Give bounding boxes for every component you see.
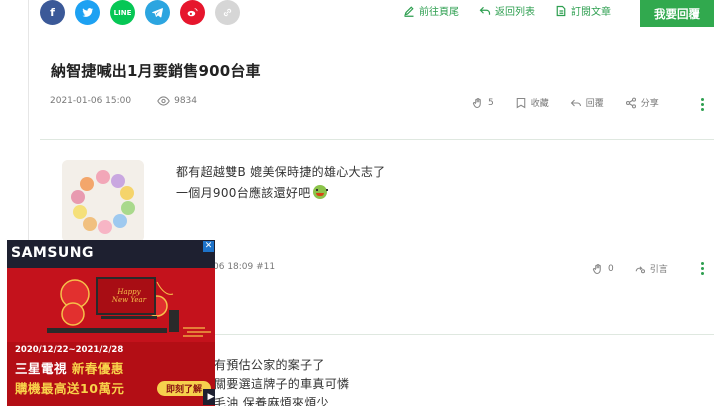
avatar[interactable] xyxy=(62,160,144,242)
go-to-bottom-label: 前往頁尾 xyxy=(419,7,459,18)
share-button[interactable]: 分享 xyxy=(625,96,659,109)
samsung-ad[interactable]: SAMSUNG ✕ Happy New Year 2020/12/22~2021… xyxy=(7,240,215,406)
comment-line-1: 都有超越雙B 媲美保時捷的雄心大志了 xyxy=(176,165,386,179)
view-count-value: 9834 xyxy=(174,96,198,106)
bookmark-icon xyxy=(516,97,526,108)
comment-like-button[interactable]: 0 xyxy=(592,263,614,275)
macaron-wreath-image xyxy=(62,160,144,242)
eye-icon xyxy=(157,96,170,106)
like-button[interactable]: 5 xyxy=(472,97,494,109)
back-to-list-label: 返回列表 xyxy=(495,7,535,18)
post-reply-button[interactable]: 回覆 xyxy=(570,96,604,109)
back-to-list-link[interactable]: 返回列表 xyxy=(479,3,535,18)
clap-icon xyxy=(592,263,601,274)
divider xyxy=(40,139,714,140)
weibo-icon[interactable] xyxy=(180,0,205,25)
post-date: 2021-01-06 15:00 xyxy=(50,96,132,106)
ad-play-icon[interactable]: ▶ xyxy=(203,389,215,405)
thread-toolbar: 前往頁尾 返回列表 訂閱文章 xyxy=(403,3,611,18)
bookmark-label: 收藏 xyxy=(530,99,549,109)
ad-headline: 三星電視 新春優惠 xyxy=(15,358,124,377)
clap-icon xyxy=(472,97,481,108)
comment-body: 都有超越雙B 媲美保時捷的雄心大志了 一個月900台應該還好吧 xyxy=(176,162,385,204)
edit-document-icon xyxy=(556,5,566,16)
reply-icon xyxy=(570,99,581,106)
telegram-icon[interactable] xyxy=(145,0,170,25)
ad-banner-caption: Happy New Year xyxy=(111,288,147,304)
page-title: 納智捷喊出1月要銷售900台車 xyxy=(51,62,261,80)
bookmark-button[interactable]: 收藏 xyxy=(515,96,549,109)
subscribe-label: 訂閱文章 xyxy=(571,7,611,18)
pencil-icon xyxy=(404,5,414,17)
comment-like-count: 0 xyxy=(608,263,614,274)
subscribe-link[interactable]: 訂閱文章 xyxy=(555,3,611,18)
ad-close-icon[interactable]: ✕ xyxy=(203,241,214,252)
more-options-icon[interactable] xyxy=(701,98,704,111)
like-count: 5 xyxy=(488,97,494,108)
ad-promo-text: 購機最高送10萬元 xyxy=(15,381,125,396)
post-reply-label: 回覆 xyxy=(585,99,604,109)
comment-line-2: 一個月900台應該還好吧 xyxy=(176,186,311,200)
twitter-icon[interactable] xyxy=(75,0,100,25)
comment-line-2-wrap: 一個月900台應該還好吧 xyxy=(176,183,385,204)
comment2-line-3: 毛油 保養麻煩來煩少 xyxy=(214,396,329,406)
view-count: 9834 xyxy=(157,96,197,106)
divider xyxy=(214,334,714,335)
return-arrow-icon xyxy=(479,6,491,15)
share-icon xyxy=(625,97,636,108)
comment-date-floor: 06 18:09 #11 xyxy=(213,262,276,272)
laughing-emoji-icon xyxy=(312,185,328,199)
quote-icon xyxy=(635,265,645,273)
comment2-line-2: 關要選這牌子的車真可憐 xyxy=(214,377,350,391)
forum-thread-page: f LINE 前往頁尾 返回列表 訂閱文章 我要回覆 納智捷喊出1月要銷售900… xyxy=(0,0,720,406)
comment-actions: 0 引言 xyxy=(592,262,668,275)
share-label: 分享 xyxy=(640,99,659,109)
tv-scene-illustration xyxy=(7,268,215,342)
ad-banner-image: Happy New Year xyxy=(7,268,215,342)
facebook-icon[interactable]: f xyxy=(40,0,65,25)
ad-headline-sub: 新春優惠 xyxy=(71,361,124,376)
share-bar: f LINE xyxy=(40,0,240,26)
post-actions: 5 收藏 回覆 分享 xyxy=(472,96,659,109)
line-icon[interactable]: LINE xyxy=(110,0,135,25)
quote-button[interactable]: 引言 xyxy=(634,262,668,275)
quote-label: 引言 xyxy=(649,265,668,275)
ad-headline-main: 三星電視 xyxy=(15,361,68,376)
facebook-glyph: f xyxy=(50,6,55,19)
comment2-line-1: 有預估公家的案子了 xyxy=(214,358,325,372)
link-icon[interactable] xyxy=(215,0,240,25)
samsung-logo: SAMSUNG xyxy=(11,245,95,261)
comment-body-2: 有預估公家的案子了 關要選這牌子的車真可憐 毛油 保養麻煩來煩少 xyxy=(214,356,349,406)
post-meta: 2021-01-06 15:00 9834 xyxy=(50,96,197,106)
reply-button[interactable]: 我要回覆 xyxy=(640,0,714,27)
go-to-bottom-link[interactable]: 前往頁尾 xyxy=(403,3,459,18)
comment-more-options-icon[interactable] xyxy=(701,262,704,275)
ad-date-range: 2020/12/22~2021/2/28 xyxy=(15,345,124,355)
line-glyph: LINE xyxy=(113,8,132,17)
